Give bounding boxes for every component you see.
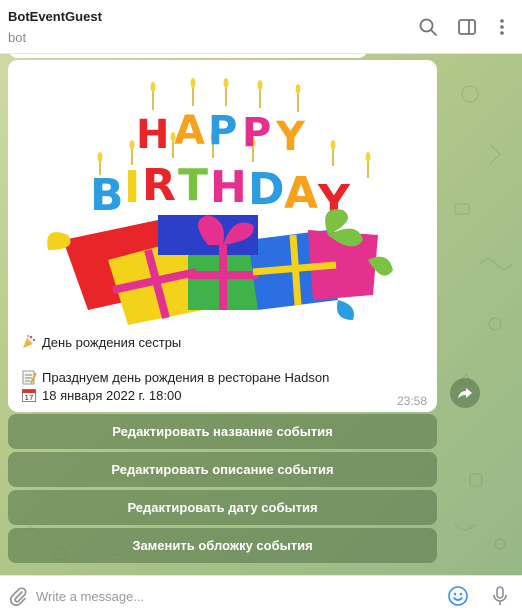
- edit-event-description-button[interactable]: Редактировать описание события: [8, 452, 437, 487]
- event-description-line: Празднуем день рождения в ресторане Hads…: [20, 369, 329, 385]
- forward-message-button[interactable]: [450, 378, 480, 408]
- banner-letter: B: [90, 170, 124, 221]
- chat-header: BotEventGuest bot: [0, 0, 522, 54]
- banner-letter: A: [284, 168, 318, 219]
- banner-letter: I: [124, 162, 140, 213]
- banner-letter: Y: [275, 114, 306, 160]
- more-options-icon[interactable]: [489, 14, 515, 40]
- banner-letter: H: [210, 162, 247, 213]
- replace-event-cover-button[interactable]: Заменить обложку события: [8, 528, 437, 563]
- chat-title[interactable]: BotEventGuest: [8, 9, 102, 24]
- birthday-cover-image[interactable]: H A P P Y B I R T H D A Y: [8, 60, 437, 328]
- edit-event-date-button[interactable]: Редактировать дату события: [8, 490, 437, 525]
- event-description-text: Празднуем день рождения в ресторане Hads…: [42, 369, 330, 385]
- banner-letter: H: [136, 112, 169, 158]
- banner-letter: D: [248, 164, 285, 215]
- memo-icon: [20, 369, 38, 385]
- banner-letter: R: [142, 160, 176, 211]
- chat-subtitle: bot: [8, 30, 27, 45]
- attach-icon[interactable]: [8, 586, 28, 606]
- chat-area[interactable]: H A P P Y B I R T H D A Y День рождения …: [0, 54, 522, 575]
- sidebar-toggle-icon[interactable]: [454, 14, 480, 40]
- previous-message-bubble: [8, 54, 368, 58]
- message-input[interactable]: [36, 580, 436, 612]
- banner-letter: T: [178, 160, 208, 211]
- event-date-line: 17 18 января 2022 г. 18:00: [20, 387, 181, 403]
- forward-arrow-icon: [458, 388, 472, 399]
- banner-letter: P: [242, 110, 271, 156]
- message-time: 23:58: [396, 394, 427, 408]
- search-icon[interactable]: [415, 14, 441, 40]
- calendar-icon: 17: [20, 387, 38, 403]
- svg-text:17: 17: [25, 394, 34, 402]
- emoji-icon[interactable]: [446, 584, 470, 608]
- banner-letter: P: [208, 108, 237, 154]
- message-bubble[interactable]: H A P P Y B I R T H D A Y День рождения …: [8, 60, 437, 412]
- microphone-icon[interactable]: [488, 584, 512, 608]
- event-title-text: День рождения сестры: [42, 334, 182, 350]
- banner-letter: A: [174, 108, 205, 154]
- event-date-text: 18 января 2022 г. 18:00: [42, 387, 182, 403]
- party-popper-icon: [20, 334, 38, 350]
- event-title-line: День рождения сестры: [20, 334, 181, 350]
- edit-event-name-button[interactable]: Редактировать название события: [8, 414, 437, 449]
- message-composer: [0, 575, 522, 615]
